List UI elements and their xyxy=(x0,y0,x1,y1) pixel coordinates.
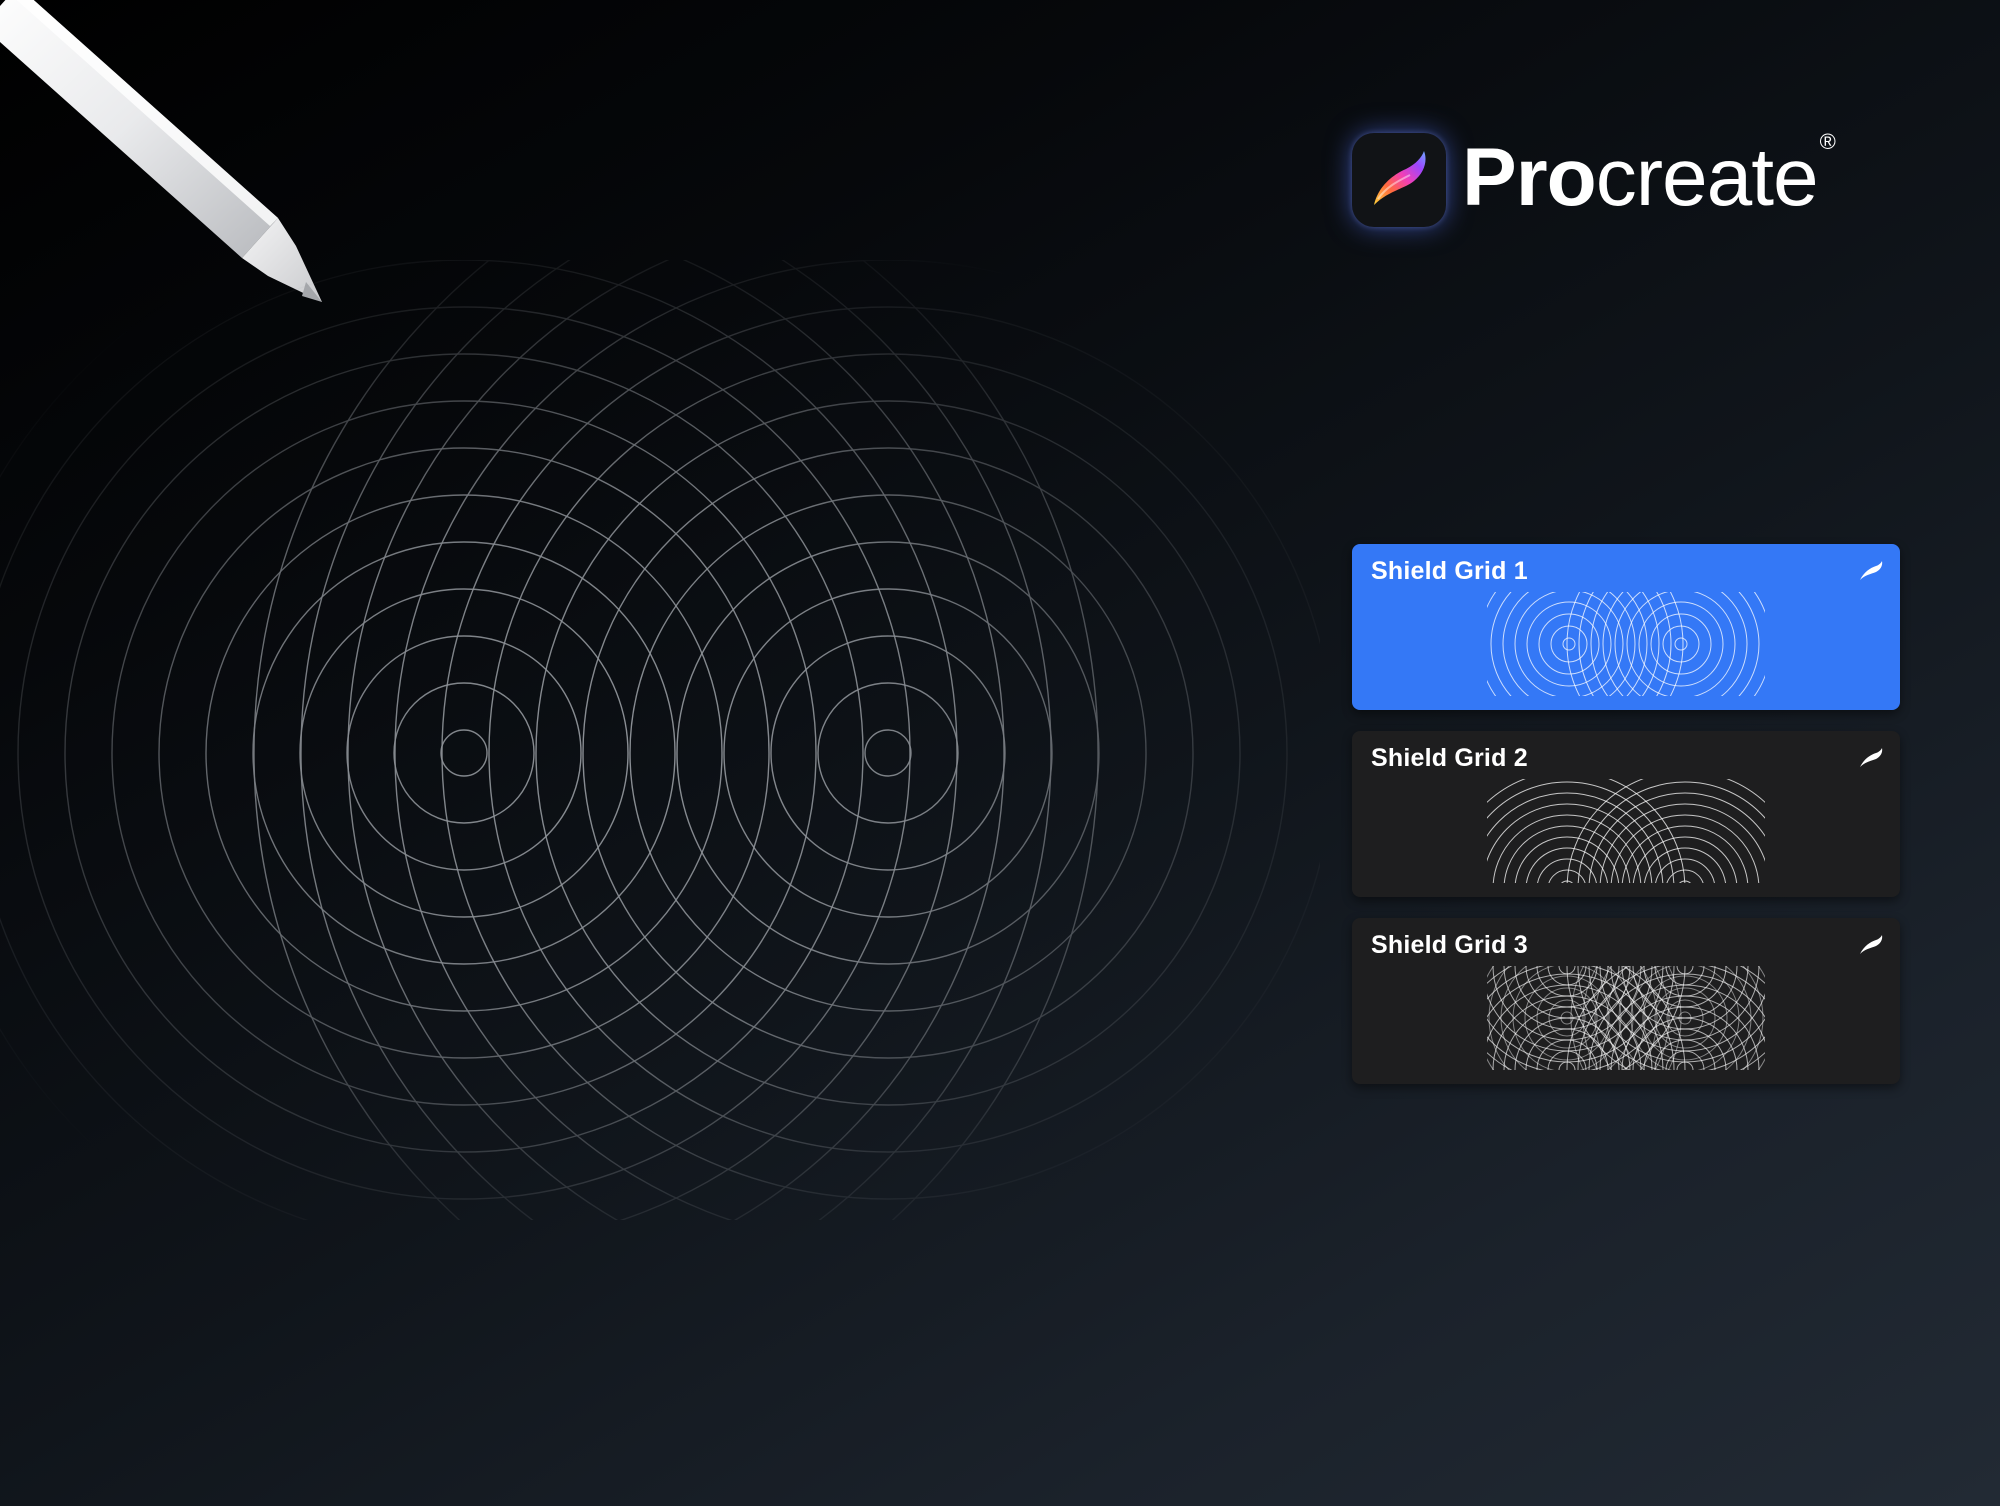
grid-ring xyxy=(17,306,911,1200)
grid-ring xyxy=(252,541,676,965)
grid-ring xyxy=(1674,637,1688,651)
grid-ring xyxy=(723,588,1053,918)
grid-ring xyxy=(0,260,958,1220)
grid-ring xyxy=(1669,592,1684,696)
grid-ring xyxy=(1638,601,1724,687)
grid-ring xyxy=(0,260,1052,1220)
procreate-brush-icon xyxy=(1860,748,1883,767)
grid-card-shield-grid-3[interactable]: Shield Grid 3 xyxy=(1352,918,1900,1084)
grid-ring xyxy=(1610,814,1760,883)
grid-ring xyxy=(488,353,1288,1153)
grid-ring xyxy=(1570,966,1585,1070)
procreate-brush-icon xyxy=(1374,151,1426,205)
grid-ring xyxy=(1662,625,1700,663)
grid-ring xyxy=(1590,592,1765,696)
grid-ring xyxy=(1492,814,1642,883)
grid-ring xyxy=(1503,825,1631,883)
grid-ring xyxy=(64,353,864,1153)
grid-ring xyxy=(1526,601,1612,687)
grid-ring xyxy=(676,541,1100,965)
grid-ring xyxy=(205,494,723,1012)
grid-ring xyxy=(1562,637,1576,651)
grid-ring xyxy=(1550,625,1588,663)
grid-ring xyxy=(1578,592,1594,696)
grid-card-shield-grid-1[interactable]: Shield Grid 1 xyxy=(1352,544,1900,710)
grid-ring xyxy=(347,260,1320,1220)
grid-ring xyxy=(299,588,629,918)
grid-ring xyxy=(300,260,1320,1220)
shield-grid-artwork xyxy=(0,260,1320,1220)
procreate-logo: Procreate® xyxy=(1352,131,1836,228)
grid-ring xyxy=(1514,592,1624,696)
procreate-brush-icon xyxy=(1860,561,1883,580)
grid-card-shield-grid-2[interactable]: Shield Grid 2 xyxy=(1352,731,1900,897)
grid-preview-thumbnail xyxy=(1487,966,1765,1070)
wordmark-regular: create xyxy=(1595,132,1819,223)
grid-ring xyxy=(393,682,535,824)
grid-ring xyxy=(1626,592,1736,696)
procreate-wordmark: Procreate® xyxy=(1462,131,1836,219)
wordmark-bold: Pro xyxy=(1462,132,1597,223)
grid-card-title: Shield Grid 2 xyxy=(1371,744,1528,772)
procreate-brush-icon xyxy=(1860,935,1883,954)
grid-ring xyxy=(1621,825,1749,883)
grid-ring xyxy=(1667,966,1682,1070)
registered-mark: ® xyxy=(1819,129,1836,154)
grid-ring xyxy=(0,260,1005,1220)
grid-ring xyxy=(535,400,1241,1106)
grid-ring xyxy=(440,729,488,777)
procreate-app-icon xyxy=(1352,133,1446,227)
grid-preview-thumbnail xyxy=(1487,592,1765,696)
grid-ring xyxy=(441,306,1320,1200)
grid-list: Shield Grid 1 Shield Grid 2 Shield Grid … xyxy=(1352,544,1900,1105)
grid-ring xyxy=(817,682,959,824)
grid-ring xyxy=(629,494,1147,1012)
grid-ring xyxy=(1632,836,1738,883)
grid-ring xyxy=(394,260,1320,1220)
canvas-stage: Procreate® Shield Grid 1 Shield Grid 2 S… xyxy=(0,0,2000,1506)
grid-ring xyxy=(864,729,912,777)
grid-preview-thumbnail xyxy=(1487,779,1765,883)
grid-card-title: Shield Grid 3 xyxy=(1371,931,1528,959)
grid-ring xyxy=(1514,836,1620,883)
grid-ring xyxy=(111,400,817,1106)
grid-card-title: Shield Grid 1 xyxy=(1371,557,1528,585)
